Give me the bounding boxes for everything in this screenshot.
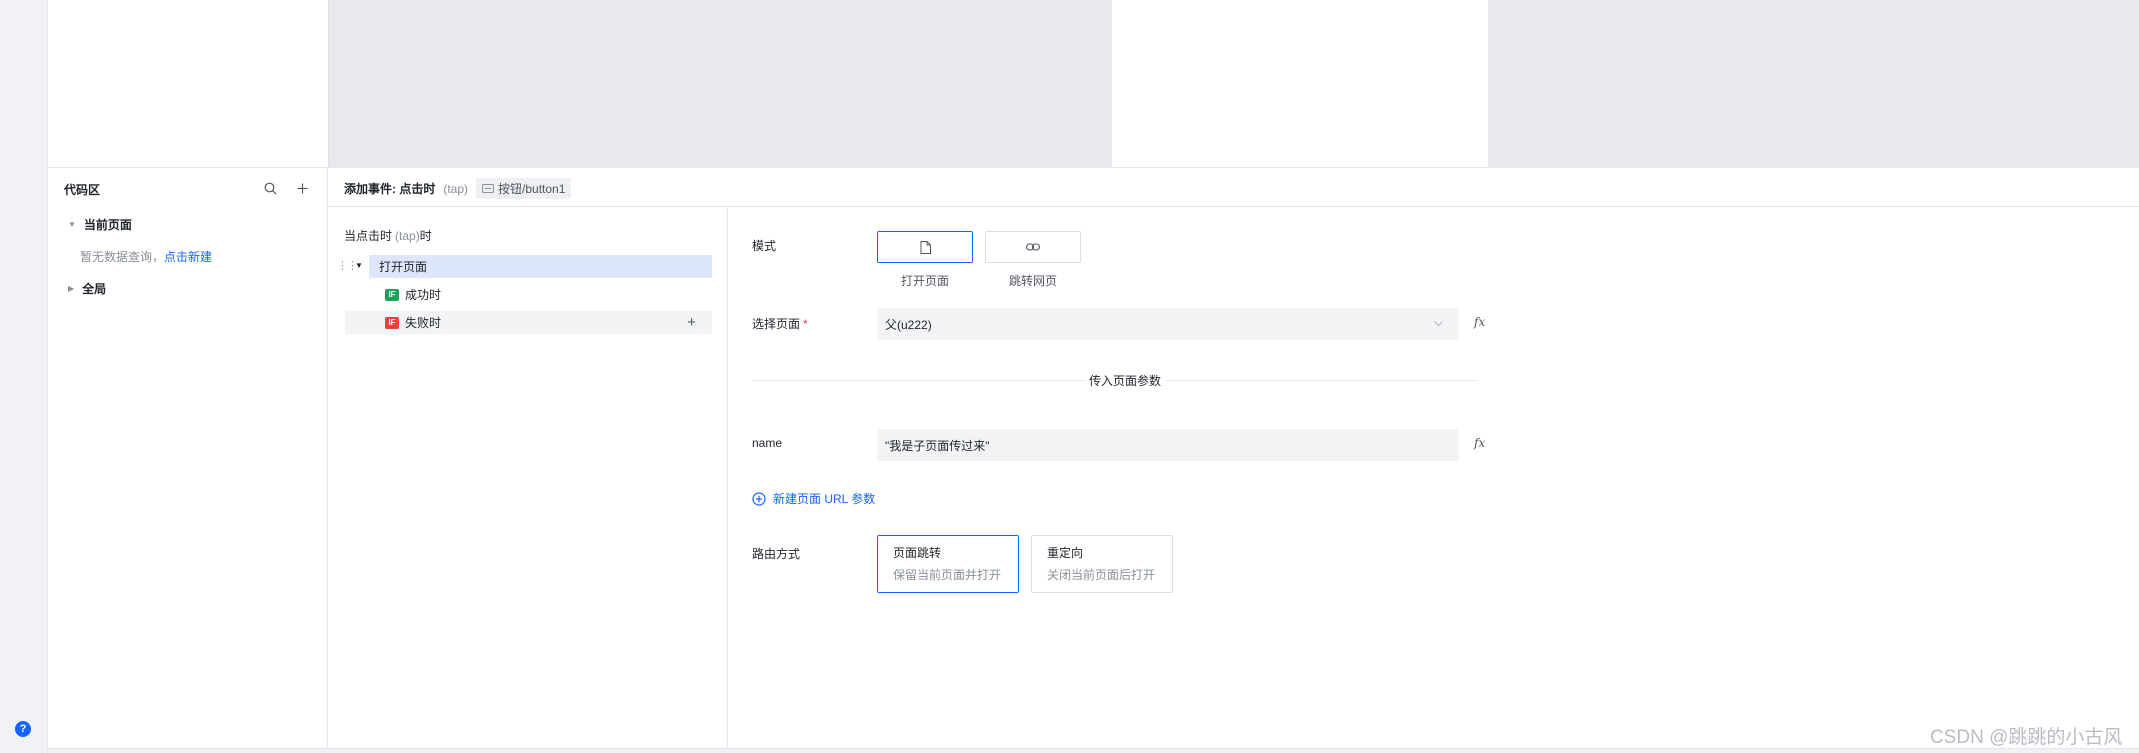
- add-action-icon[interactable]: +: [687, 314, 696, 331]
- event-header: 添加事件: 点击时 (tap) 按钮/button1: [329, 168, 2139, 207]
- select-page-value: 父(u222): [885, 317, 932, 332]
- branch-success[interactable]: IF 成功时: [345, 283, 712, 306]
- add-url-param-button[interactable]: 新建页面 URL 参数: [752, 490, 875, 507]
- mode-open-url-button[interactable]: [985, 231, 1081, 263]
- event-action-list: 当点击时 (tap)时 ⋮⋮ ▼ 打开页面 IF 成功时 IF 失败时 +: [329, 207, 728, 748]
- file-icon: [920, 240, 931, 254]
- canvas-preview-left: [48, 0, 328, 167]
- code-panel-title: 代码区: [64, 183, 101, 197]
- help-icon[interactable]: ?: [15, 721, 31, 737]
- branch-fail[interactable]: IF 失败时 +: [345, 311, 712, 334]
- create-query-link[interactable]: 点击新建: [164, 250, 212, 264]
- fx-icon[interactable]: fx: [1474, 436, 1485, 450]
- empty-text: 暂无数据查询，: [80, 250, 165, 264]
- plus-circle-icon: [752, 491, 766, 506]
- select-page-dropdown[interactable]: 父(u222): [877, 308, 1459, 340]
- mode-label: 模式: [752, 239, 777, 253]
- route-redirect-title: 重定向: [1047, 546, 1084, 560]
- route-navigate-option[interactable]: 页面跳转 保留当前页面并打开: [877, 535, 1019, 593]
- canvas-preview-page: [1112, 0, 1488, 167]
- tree-node-global[interactable]: ▶ 全局: [68, 280, 106, 297]
- watermark: CSDN @跳跳的小古风: [1930, 727, 2123, 748]
- select-page-label: 选择页面 *: [752, 315, 808, 332]
- left-toolbar-strip: [0, 0, 48, 753]
- component-tag-label: 按钮/button1: [498, 182, 566, 196]
- component-tag[interactable]: 按钮/button1: [476, 178, 572, 199]
- mode-open-page-caption: 打开页面: [900, 274, 949, 288]
- event-code: (tap): [443, 181, 469, 196]
- caret-down-icon[interactable]: ▼: [355, 261, 363, 270]
- tree-node-current-page[interactable]: ▼ 当前页面: [68, 216, 132, 233]
- drag-handle-icon[interactable]: ⋮⋮: [337, 259, 358, 272]
- param-value-input[interactable]: "我是子页面传过来": [877, 429, 1459, 461]
- branch-fail-label: 失败时: [405, 316, 442, 330]
- if-badge-icon: IF: [385, 288, 399, 301]
- trigger-label-prefix: 当点击时: [344, 229, 393, 243]
- bottom-bar: [48, 748, 2139, 753]
- section-title-page-params: 传入页面参数: [1084, 372, 1167, 389]
- code-panel: 代码区 ▼ 当前页面 暂无数据查询，点击新建 ▶ 全局: [48, 168, 328, 748]
- param-value-text: "我是子页面传过来": [885, 438, 990, 453]
- action-config-form: 模式 打开页面 跳转网页 选择页面 * 父(u222) fx 传入页面参数 nam…: [729, 207, 2139, 748]
- empty-state: 暂无数据查询，点击新建: [80, 248, 212, 265]
- tree-label-current-page: 当前页面: [83, 218, 132, 232]
- event-header-title: 添加事件: 点击时: [344, 182, 436, 196]
- route-mode-label: 路由方式: [752, 547, 801, 561]
- action-label: 打开页面: [379, 260, 428, 274]
- param-name-label: name: [752, 436, 783, 450]
- route-navigate-title: 页面跳转: [893, 546, 942, 560]
- chevron-down-icon: [1434, 321, 1443, 327]
- if-badge-icon: IF: [385, 316, 399, 329]
- add-url-param-label: 新建页面 URL 参数: [773, 492, 876, 506]
- mode-open-url-caption: 跳转网页: [1008, 274, 1057, 288]
- required-mark: *: [803, 317, 808, 331]
- route-redirect-desc: 关闭当前页面后打开: [1047, 568, 1156, 582]
- tree-label-global: 全局: [82, 282, 107, 296]
- action-open-page[interactable]: 打开页面: [369, 255, 712, 278]
- caret-right-icon: ▶: [68, 284, 75, 293]
- select-page-label-text: 选择页面: [752, 317, 801, 331]
- route-redirect-option[interactable]: 重定向 关闭当前页面后打开: [1031, 535, 1173, 593]
- mode-open-page-button[interactable]: [877, 231, 973, 263]
- link-icon: [1026, 243, 1040, 251]
- search-icon[interactable]: [262, 180, 278, 196]
- trigger-code: (tap): [395, 229, 420, 243]
- plus-icon[interactable]: [294, 180, 310, 196]
- trigger-label-suffix: 时: [419, 229, 432, 243]
- caret-down-icon: ▼: [68, 220, 76, 229]
- fx-icon[interactable]: fx: [1474, 315, 1485, 329]
- route-navigate-desc: 保留当前页面并打开: [893, 568, 1002, 582]
- branch-success-label: 成功时: [405, 288, 442, 302]
- trigger-label: 当点击时 (tap)时: [344, 227, 432, 244]
- button-component-icon: [482, 184, 495, 193]
